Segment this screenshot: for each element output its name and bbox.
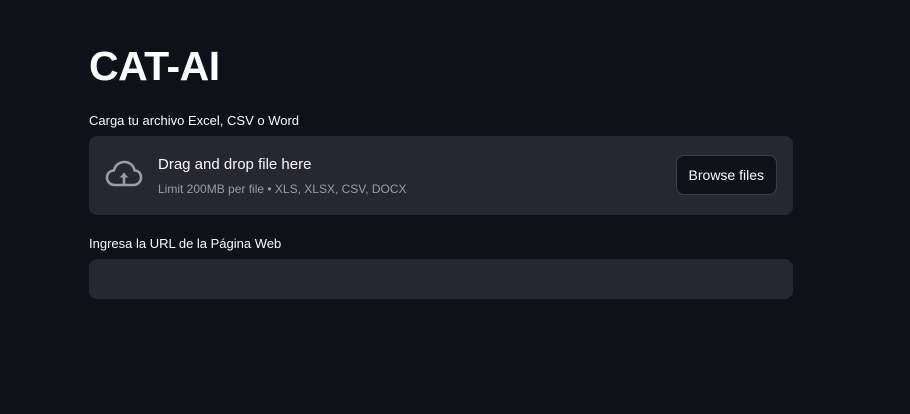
browse-files-button[interactable]: Browse files	[675, 155, 777, 195]
dropzone-title: Drag and drop file here	[158, 156, 312, 173]
url-field-label: Ingresa la URL de la Página Web	[89, 236, 282, 251]
dropzone-instructions: Drag and drop file here Limit 200MB per …	[158, 155, 407, 197]
file-uploader-label: Carga tu archivo Excel, CSV o Word	[89, 113, 300, 128]
dropzone-limit-text: Limit 200MB per file • XLS, XLSX, CSV, D…	[158, 182, 407, 196]
cloud-upload-icon	[105, 158, 143, 192]
file-dropzone[interactable]: Drag and drop file here Limit 200MB per …	[89, 136, 793, 215]
page-title: CAT-AI	[89, 43, 220, 89]
url-input[interactable]	[89, 259, 793, 299]
